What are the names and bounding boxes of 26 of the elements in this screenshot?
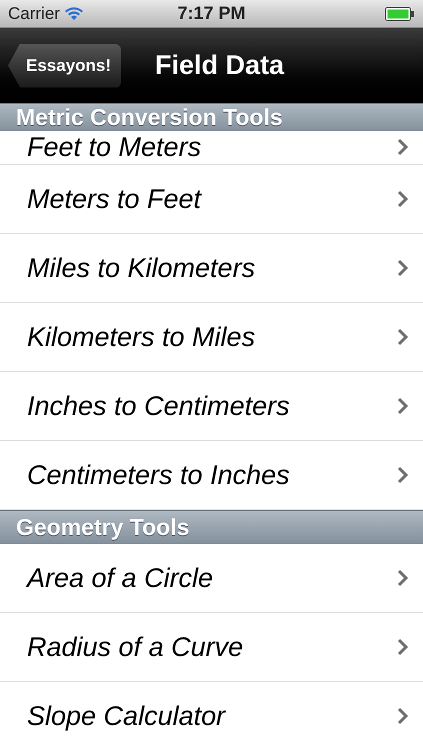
chevron-icon	[397, 638, 409, 656]
status-time: 7:17 PM	[177, 2, 246, 25]
nav-title: Field Data	[155, 49, 284, 82]
chevron-icon	[397, 259, 409, 277]
wifi-icon	[64, 6, 84, 21]
row-label[interactable]: Area of a Circle	[27, 563, 214, 593]
row-label[interactable]: Miles to Kilometers	[27, 253, 256, 283]
row-label[interactable]: Inches to Centimeters	[27, 391, 290, 421]
chevron-icon	[397, 328, 409, 346]
section-header: Geometry Tools	[0, 510, 423, 544]
row-label[interactable]: Feet to Meters	[27, 132, 202, 162]
carrier-name: Carrier	[8, 2, 60, 25]
row-label[interactable]: Radius of a Curve	[27, 632, 244, 662]
chevron-icon	[397, 466, 409, 484]
chevron-icon	[397, 190, 409, 208]
row-label[interactable]: Kilometers to Miles	[27, 322, 256, 352]
chevron-icon	[397, 138, 409, 156]
section-header: Metric Conversion Tools	[0, 103, 423, 131]
row-label[interactable]: Slope Calculator	[27, 701, 226, 731]
back-button[interactable]: Essayons!	[8, 44, 122, 88]
row-label[interactable]: Meters to Feet	[27, 184, 202, 214]
chevron-icon	[397, 707, 409, 725]
chevron-icon	[397, 397, 409, 415]
chevron-icon	[397, 569, 409, 587]
row-label[interactable]: Centimeters to Inches	[27, 460, 290, 490]
battery-icon	[385, 6, 415, 20]
